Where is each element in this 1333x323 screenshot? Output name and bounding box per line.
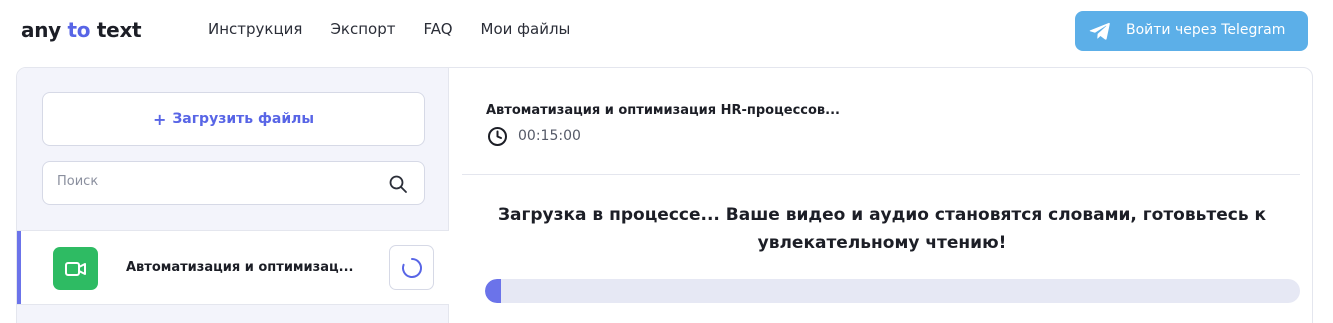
duration-value: 00:15:00	[518, 128, 581, 144]
upload-files-label: Загрузить файлы	[172, 111, 315, 127]
upload-progress-fill	[485, 279, 502, 303]
nav-link-faq[interactable]: FAQ	[423, 20, 452, 38]
nav-link-my-files[interactable]: Мои файлы	[481, 20, 571, 38]
logo-part-to: to	[67, 18, 91, 42]
logo-part-text: text	[90, 18, 142, 42]
loading-spinner-icon	[401, 257, 422, 278]
file-status-box	[389, 245, 434, 290]
nav-link-instructions[interactable]: Инструкция	[208, 20, 302, 38]
upload-progress-bar	[485, 279, 1300, 303]
video-file-badge	[53, 247, 98, 290]
main-nav: Инструкция Экспорт FAQ Мои файлы	[208, 20, 570, 38]
video-camera-icon	[64, 261, 86, 276]
top-header: any to text Инструкция Экспорт FAQ Мои ф…	[0, 0, 1333, 64]
files-sidebar: + Загрузить файлы Автоматизация и оптими…	[17, 68, 449, 323]
divider	[462, 174, 1300, 175]
main-card: + Загрузить файлы Автоматизация и оптими…	[16, 67, 1313, 323]
search-box	[42, 161, 425, 205]
logo-part-any: any	[21, 18, 68, 42]
upload-files-button[interactable]: + Загрузить файлы	[42, 92, 425, 146]
telegram-login-button[interactable]: Войти через Telegram	[1075, 11, 1308, 51]
clock-icon	[488, 127, 507, 146]
file-list-item[interactable]: Автоматизация и оптимизац...	[17, 230, 449, 305]
transcript-panel: Автоматизация и оптимизация HR-процессов…	[450, 68, 1312, 323]
plus-icon: +	[152, 109, 167, 129]
logo[interactable]: any to text	[21, 18, 142, 42]
search-input[interactable]	[57, 174, 357, 189]
document-title: Автоматизация и оптимизация HR-процессов…	[486, 103, 840, 118]
nav-link-export[interactable]: Экспорт	[330, 20, 395, 38]
active-indicator	[17, 231, 21, 304]
file-name: Автоматизация и оптимизац...	[126, 260, 354, 275]
telegram-icon	[1089, 22, 1110, 40]
telegram-login-label: Войти через Telegram	[1126, 22, 1286, 38]
search-icon[interactable]	[388, 174, 408, 194]
upload-status-message: Загрузка в процессе... Ваше видео и ауди…	[497, 205, 1267, 253]
